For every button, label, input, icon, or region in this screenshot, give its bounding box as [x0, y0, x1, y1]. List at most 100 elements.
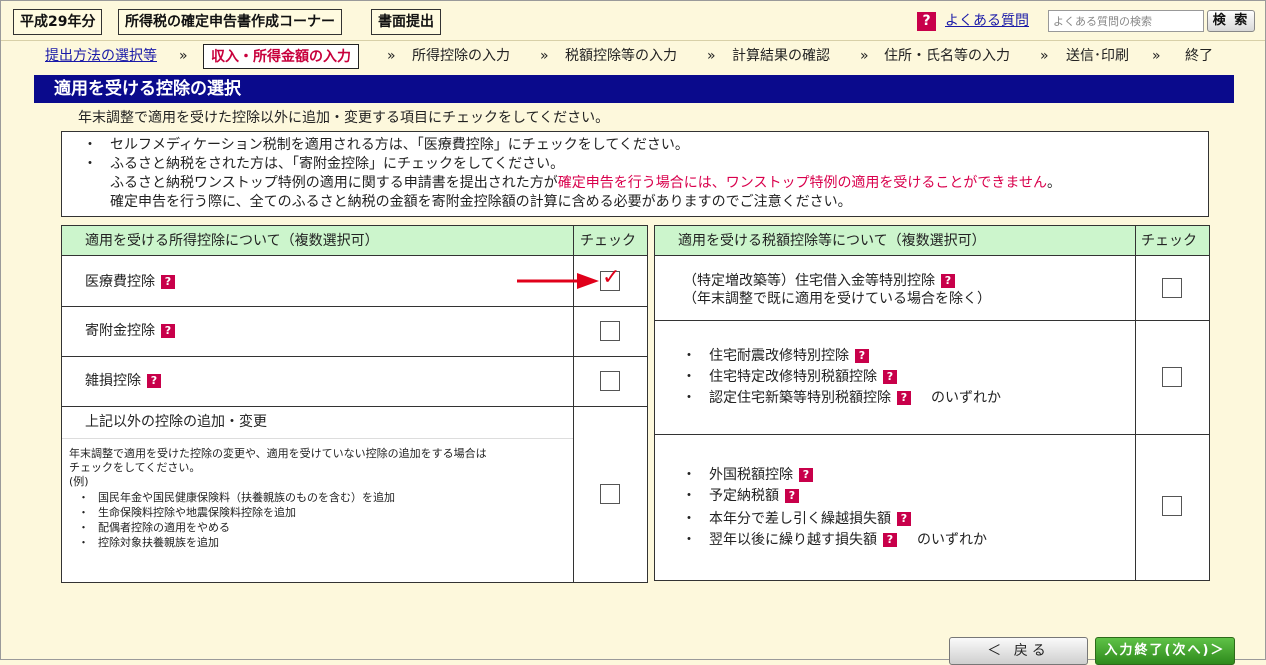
casualty-loss-help-icon[interactable]: ? — [147, 374, 161, 388]
step-separator: » — [387, 48, 396, 64]
estimated-tax-text: 予定納税額 — [709, 488, 779, 504]
step-separator: » — [1152, 48, 1161, 64]
step-finish: 終了 — [1185, 48, 1213, 64]
medical-deduction-checkbox[interactable]: ✓ — [600, 266, 620, 291]
section-title: 適用を受ける控除の選択 — [34, 75, 1234, 103]
tax-credit-header-label: 適用を受ける税額控除等について（複数選択可） — [678, 233, 986, 249]
casualty-loss-deduction-checkbox[interactable] — [600, 371, 620, 391]
certified-housing-text: 認定住宅新築等特別税額控除 — [709, 390, 891, 406]
row-divider — [655, 434, 1209, 435]
notice-line-caution: 確定申告を行う際に、全てのふるさと納税の金額を寄附金控除額の計算に含める必要があ… — [110, 194, 852, 210]
either-suffix: のいずれか — [917, 532, 987, 548]
column-divider — [1135, 226, 1136, 580]
step-address-input: 住所・氏名等の入力 — [884, 48, 1010, 64]
tax-credit-table: 適用を受ける税額控除等について（複数選択可） チェック （特定増改築等）住宅借入… — [654, 225, 1210, 581]
notice-bullet: ・ — [83, 137, 97, 153]
row-divider — [62, 406, 647, 407]
list-bullet: ・ — [682, 348, 696, 364]
example-label: (例) — [69, 475, 89, 488]
step-income-input: 収入・所得金額の入力 — [203, 44, 359, 69]
notice-line-onestop: ふるさと納税ワンストップ特例の適用に関する申請書を提出された方が確定申告を行う場… — [110, 174, 1061, 193]
certified-housing-help-icon[interactable]: ? — [897, 391, 911, 405]
seismic-retrofit-help-icon[interactable]: ? — [855, 349, 869, 363]
carryforward-loss-text: 本年分で差し引く繰越損失額 — [709, 511, 891, 527]
other-deduction-desc: チェックをしてください。 — [69, 461, 201, 474]
example-bullet: ・ — [78, 521, 89, 534]
loss-carryover-text: 翌年以後に繰り越す損失額 — [709, 532, 877, 548]
example-item: 控除対象扶養親族を追加 — [98, 536, 219, 549]
housing-renovation-checkbox[interactable] — [1162, 367, 1182, 387]
back-button[interactable]: ＜ 戻る — [949, 637, 1088, 665]
step-result-confirm: 計算結果の確認 — [732, 48, 830, 64]
step-separator: » — [860, 48, 869, 64]
faq-help-icon[interactable]: ? — [917, 12, 936, 31]
housing-loan-checkbox[interactable] — [1162, 278, 1182, 298]
income-deduction-header-label: 適用を受ける所得控除について（複数選択可） — [85, 233, 379, 249]
certified-housing-label: 認定住宅新築等特別税額控除? のいずれか — [709, 388, 1001, 408]
step-deduction-input: 所得控除の入力 — [412, 48, 510, 64]
notice-line-furusato: ふるさと納税をされた方は、「寄附金控除」にチェックをしてください。 — [110, 156, 565, 172]
list-bullet: ・ — [682, 467, 696, 483]
faq-search-input[interactable] — [1048, 10, 1204, 32]
example-item: 国民年金や国民健康保険料（扶養親族のものを含む）を追加 — [98, 491, 395, 504]
notice-box: ・ セルフメディケーション税制を適用される方は、「医療費控除」にチェックをしてく… — [61, 131, 1209, 217]
housing-loan-deduction-text: （特定増改築等）住宅借入金等特別控除 — [683, 273, 935, 289]
specific-renovation-text: 住宅特定改修特別税額控除 — [709, 369, 877, 385]
donation-deduction-help-icon[interactable]: ? — [161, 324, 175, 338]
tax-credit-table-header: 適用を受ける税額控除等について（複数選択可） チェック — [655, 226, 1209, 256]
check-column-header: チェック — [580, 233, 636, 249]
step-send-print: 送信･印刷 — [1066, 48, 1129, 64]
loss-carryover-label: 翌年以後に繰り越す損失額? のいずれか — [709, 530, 987, 550]
notice-bullet: ・ — [83, 156, 97, 172]
row-divider — [62, 356, 647, 357]
medical-deduction-text: 医療費控除 — [85, 274, 155, 290]
foreign-tax-credit-label: 外国税額控除? — [709, 465, 813, 485]
estimated-tax-label: 予定納税額? — [709, 486, 799, 506]
faq-search-button[interactable]: 検 索 — [1207, 10, 1255, 32]
check-icon: ✓ — [602, 265, 621, 290]
other-deduction-desc: 年末調整で適用を受けた控除の変更や、適用を受けていない控除の追加をする場合は — [69, 447, 487, 460]
step-submission-method[interactable]: 提出方法の選択等 — [45, 46, 157, 66]
notice-line-self-medication: セルフメディケーション税制を適用される方は、「医療費控除」にチェックをしてくださ… — [110, 137, 689, 153]
row-divider — [62, 306, 647, 307]
housing-loan-note: （年末調整で既に適用を受けている場合を除く） — [683, 291, 991, 307]
step-tax-credit-input: 税額控除等の入力 — [565, 48, 677, 64]
app-title: 所得税の確定申告書作成コーナー — [118, 9, 342, 35]
example-item: 生命保険料控除や地震保険料控除を追加 — [98, 506, 296, 519]
donation-deduction-checkbox[interactable] — [600, 321, 620, 341]
step-separator: » — [707, 48, 716, 64]
housing-loan-deduction-label: （特定増改築等）住宅借入金等特別控除? — [683, 271, 955, 291]
foreign-tax-credit-help-icon[interactable]: ? — [799, 468, 813, 482]
casualty-loss-deduction-label: 雑損控除? — [85, 371, 161, 391]
example-bullet: ・ — [78, 506, 89, 519]
list-bullet: ・ — [682, 390, 696, 406]
loss-carryover-help-icon[interactable]: ? — [883, 533, 897, 547]
finish-input-next-button[interactable]: 入力終了(次へ)＞ — [1095, 637, 1235, 665]
submission-mode-label: 書面提出 — [371, 9, 441, 35]
casualty-loss-deduction-text: 雑損控除 — [85, 373, 141, 389]
housing-loan-help-icon[interactable]: ? — [941, 274, 955, 288]
notice-onestop-period: 。 — [1047, 175, 1062, 191]
medical-deduction-help-icon[interactable]: ? — [161, 275, 175, 289]
income-deduction-table-header: 適用を受ける所得控除について（複数選択可） チェック — [62, 226, 647, 256]
other-deduction-checkbox[interactable] — [600, 484, 620, 504]
seismic-retrofit-label: 住宅耐震改修特別控除? — [709, 346, 869, 366]
list-bullet: ・ — [682, 369, 696, 385]
check-column-header: チェック — [1141, 233, 1197, 249]
step-separator: » — [179, 48, 188, 64]
donation-deduction-label: 寄附金控除? — [85, 321, 175, 341]
list-bullet: ・ — [682, 532, 696, 548]
foreign-tax-credit-text: 外国税額控除 — [709, 467, 793, 483]
specific-renovation-label: 住宅特定改修特別税額控除? — [709, 367, 897, 387]
faq-link[interactable]: よくある質問 — [945, 10, 1029, 32]
foreign-tax-credit-checkbox[interactable] — [1162, 496, 1182, 516]
carryforward-loss-help-icon[interactable]: ? — [897, 512, 911, 526]
other-deduction-label: 上記以外の控除の追加・変更 — [85, 414, 267, 430]
example-item: 配偶者控除の適用をやめる — [98, 521, 230, 534]
medical-deduction-label: 医療費控除? — [85, 272, 175, 292]
estimated-tax-help-icon[interactable]: ? — [785, 489, 799, 503]
either-suffix: のいずれか — [931, 390, 1001, 406]
specific-renovation-help-icon[interactable]: ? — [883, 370, 897, 384]
seismic-retrofit-text: 住宅耐震改修特別控除 — [709, 348, 849, 364]
step-navigation: 提出方法の選択等 » 収入・所得金額の入力 » 所得控除の入力 » 税額控除等の… — [1, 42, 1265, 72]
